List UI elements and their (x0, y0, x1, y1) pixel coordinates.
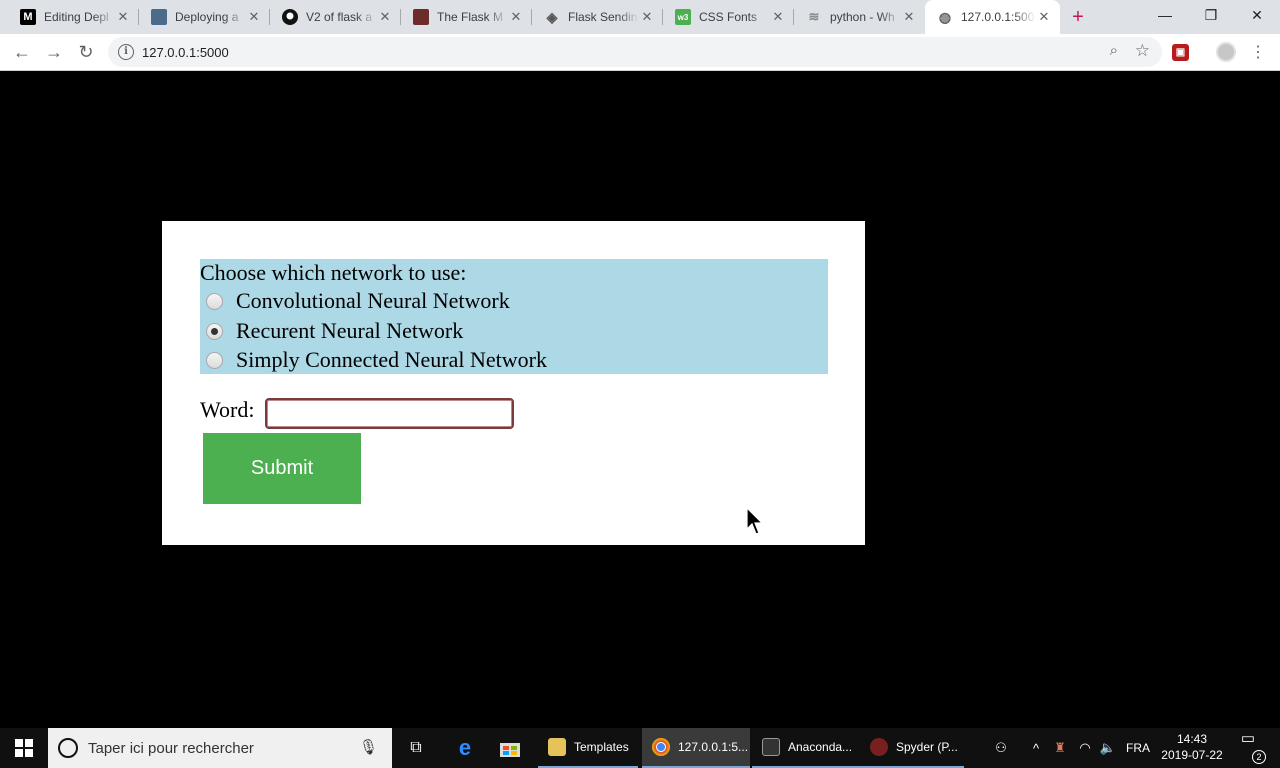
radio-label[interactable]: Simply Connected Neural Network (236, 346, 547, 374)
browser-toolbar: ← → ↻ i 127.0.0.1:5000 ⌕ ☆ ▣ ⋮ (0, 34, 1280, 71)
taskbar: Taper ici pour rechercher 🎙 ⧉ e Template… (0, 728, 1280, 768)
reload-button[interactable]: ↻ (72, 38, 100, 66)
tab-css-fonts[interactable]: w3 CSS Fonts ✕ (663, 0, 794, 34)
github-icon (282, 9, 298, 25)
tab-python-stackoverflow[interactable]: ≋ python - Wh ✕ (794, 0, 925, 34)
tab-flask-sending[interactable]: ◈ Flask Sendin ✕ (532, 0, 663, 34)
network-prompt: Choose which network to use: (200, 260, 467, 285)
notification-count-badge: 2 (1252, 750, 1266, 764)
tab-github[interactable]: V2 of flask a ✕ (270, 0, 401, 34)
extension-icon[interactable]: ▣ (1172, 44, 1189, 61)
forward-button[interactable]: → (40, 38, 68, 66)
site-info-icon[interactable]: i (118, 44, 134, 60)
tab-localhost[interactable]: ◍ 127.0.0.1:500 ✕ (925, 0, 1060, 34)
radio-label[interactable]: Convolutional Neural Network (236, 287, 510, 315)
radio-button[interactable] (206, 351, 223, 369)
store-icon[interactable] (494, 728, 526, 768)
folder-icon (548, 738, 566, 756)
radio-button[interactable] (206, 292, 223, 310)
volume-icon[interactable]: 🔈 (1098, 728, 1118, 768)
close-icon[interactable]: ✕ (377, 9, 393, 25)
stackoverflow-icon: ≋ (808, 9, 820, 24)
close-window-button[interactable]: ✕ (1234, 0, 1280, 30)
tab-title: 127.0.0.1:500 (961, 10, 1035, 24)
windows-start-icon[interactable] (0, 728, 48, 768)
tab-title: Flask Sendin (568, 10, 638, 24)
browser-menu-icon[interactable]: ⋮ (1250, 42, 1266, 62)
word-input[interactable] (265, 398, 514, 429)
language-indicator[interactable]: FRA (1122, 728, 1154, 768)
close-icon[interactable]: ✕ (508, 9, 524, 25)
task-view-icon[interactable]: ⧉ (400, 728, 432, 768)
diamond-icon: ◈ (546, 8, 558, 25)
tab-title: V2 of flask a (306, 10, 373, 24)
taskbar-app-chrome[interactable]: 127.0.0.1:5... (642, 728, 750, 768)
radio-button-selected[interactable] (206, 322, 223, 340)
page-viewport: Choose which network to use: Convolution… (0, 71, 1280, 728)
taskbar-clock[interactable]: 14:43 2019-07-22 (1158, 731, 1226, 763)
restore-button[interactable]: ❐ (1188, 0, 1234, 30)
wifi-icon[interactable]: ◠ (1074, 728, 1096, 768)
radio-option-convolutional[interactable]: Convolutional Neural Network (206, 287, 510, 315)
tab-title: Editing Depl (44, 10, 109, 24)
radio-option-recurrent[interactable]: Recurent Neural Network (206, 317, 463, 345)
taskbar-app-label: 127.0.0.1:5... (678, 740, 749, 754)
network-form: Choose which network to use: Convolution… (162, 221, 865, 545)
microphone-icon[interactable]: 🎙 (359, 738, 378, 756)
tab-title: python - Wh (830, 10, 895, 24)
minimize-button[interactable]: — (1142, 0, 1188, 30)
browser-tab-strip: M Editing Depl ✕ Deploying a ✕ V2 of fla… (0, 0, 1280, 34)
show-hidden-icons-chevron-icon[interactable]: ^ (1026, 728, 1046, 768)
network-selection-box: Choose which network to use: Convolution… (200, 259, 828, 374)
zoom-icon[interactable]: ⌕ (1110, 42, 1118, 59)
clock-date: 2019-07-22 (1161, 748, 1223, 762)
tab-title: The Flask M (437, 10, 504, 24)
spyder-icon (870, 738, 888, 756)
taskbar-app-spyder[interactable]: Spyder (P... (860, 728, 964, 768)
action-center-icon[interactable]: ▭ (1236, 728, 1260, 748)
address-url[interactable]: 127.0.0.1:5000 (142, 45, 229, 60)
people-icon[interactable]: ⚇ (990, 728, 1012, 768)
close-icon[interactable]: ✕ (246, 9, 262, 25)
address-bar[interactable]: i 127.0.0.1:5000 ⌕ ☆ (108, 37, 1162, 67)
close-icon[interactable]: ✕ (639, 9, 655, 25)
close-icon[interactable]: ✕ (115, 9, 131, 25)
terminal-icon (762, 738, 780, 756)
tray-app-icon[interactable]: ♜ (1050, 728, 1070, 768)
taskbar-app-anaconda[interactable]: Anaconda... (752, 728, 860, 768)
tab-flask-mega[interactable]: The Flask M ✕ (401, 0, 532, 34)
tab-editing-deploy[interactable]: M Editing Depl ✕ (8, 0, 139, 34)
taskbar-app-label: Anaconda... (788, 740, 853, 754)
close-icon[interactable]: ✕ (770, 9, 786, 25)
submit-button[interactable]: Submit (203, 433, 361, 504)
globe-icon: ◍ (938, 8, 952, 25)
edge-icon[interactable]: e (448, 728, 482, 768)
close-icon[interactable]: ✕ (901, 9, 917, 25)
word-label: Word: (200, 397, 255, 422)
search-placeholder[interactable]: Taper ici pour rechercher (88, 740, 254, 757)
medium-icon: M (20, 9, 36, 25)
tab-title: CSS Fonts (699, 10, 758, 24)
taskbar-app-label: Spyder (P... (896, 740, 958, 754)
clock-time: 14:43 (1176, 732, 1208, 746)
radio-option-simply-connected[interactable]: Simply Connected Neural Network (206, 346, 547, 374)
tab-title: Deploying a (175, 10, 239, 24)
new-tab-button[interactable]: + (1066, 5, 1090, 29)
close-icon[interactable]: ✕ (1036, 9, 1052, 25)
taskbar-app-templates[interactable]: Templates (538, 728, 638, 768)
profile-avatar[interactable] (1216, 42, 1236, 62)
page-icon (151, 9, 167, 25)
bookmark-star-icon[interactable]: ☆ (1135, 41, 1150, 61)
back-button[interactable]: ← (8, 38, 36, 66)
chrome-icon (652, 738, 670, 756)
book-icon (413, 9, 429, 25)
cortana-icon[interactable] (58, 738, 78, 758)
taskbar-app-label: Templates (574, 740, 629, 754)
tab-deploying[interactable]: Deploying a ✕ (139, 0, 270, 34)
mouse-cursor-icon (746, 507, 764, 535)
taskbar-search[interactable]: Taper ici pour rechercher 🎙 (48, 728, 392, 768)
radio-label[interactable]: Recurent Neural Network (236, 317, 463, 345)
w3schools-icon: w3 (675, 9, 691, 25)
